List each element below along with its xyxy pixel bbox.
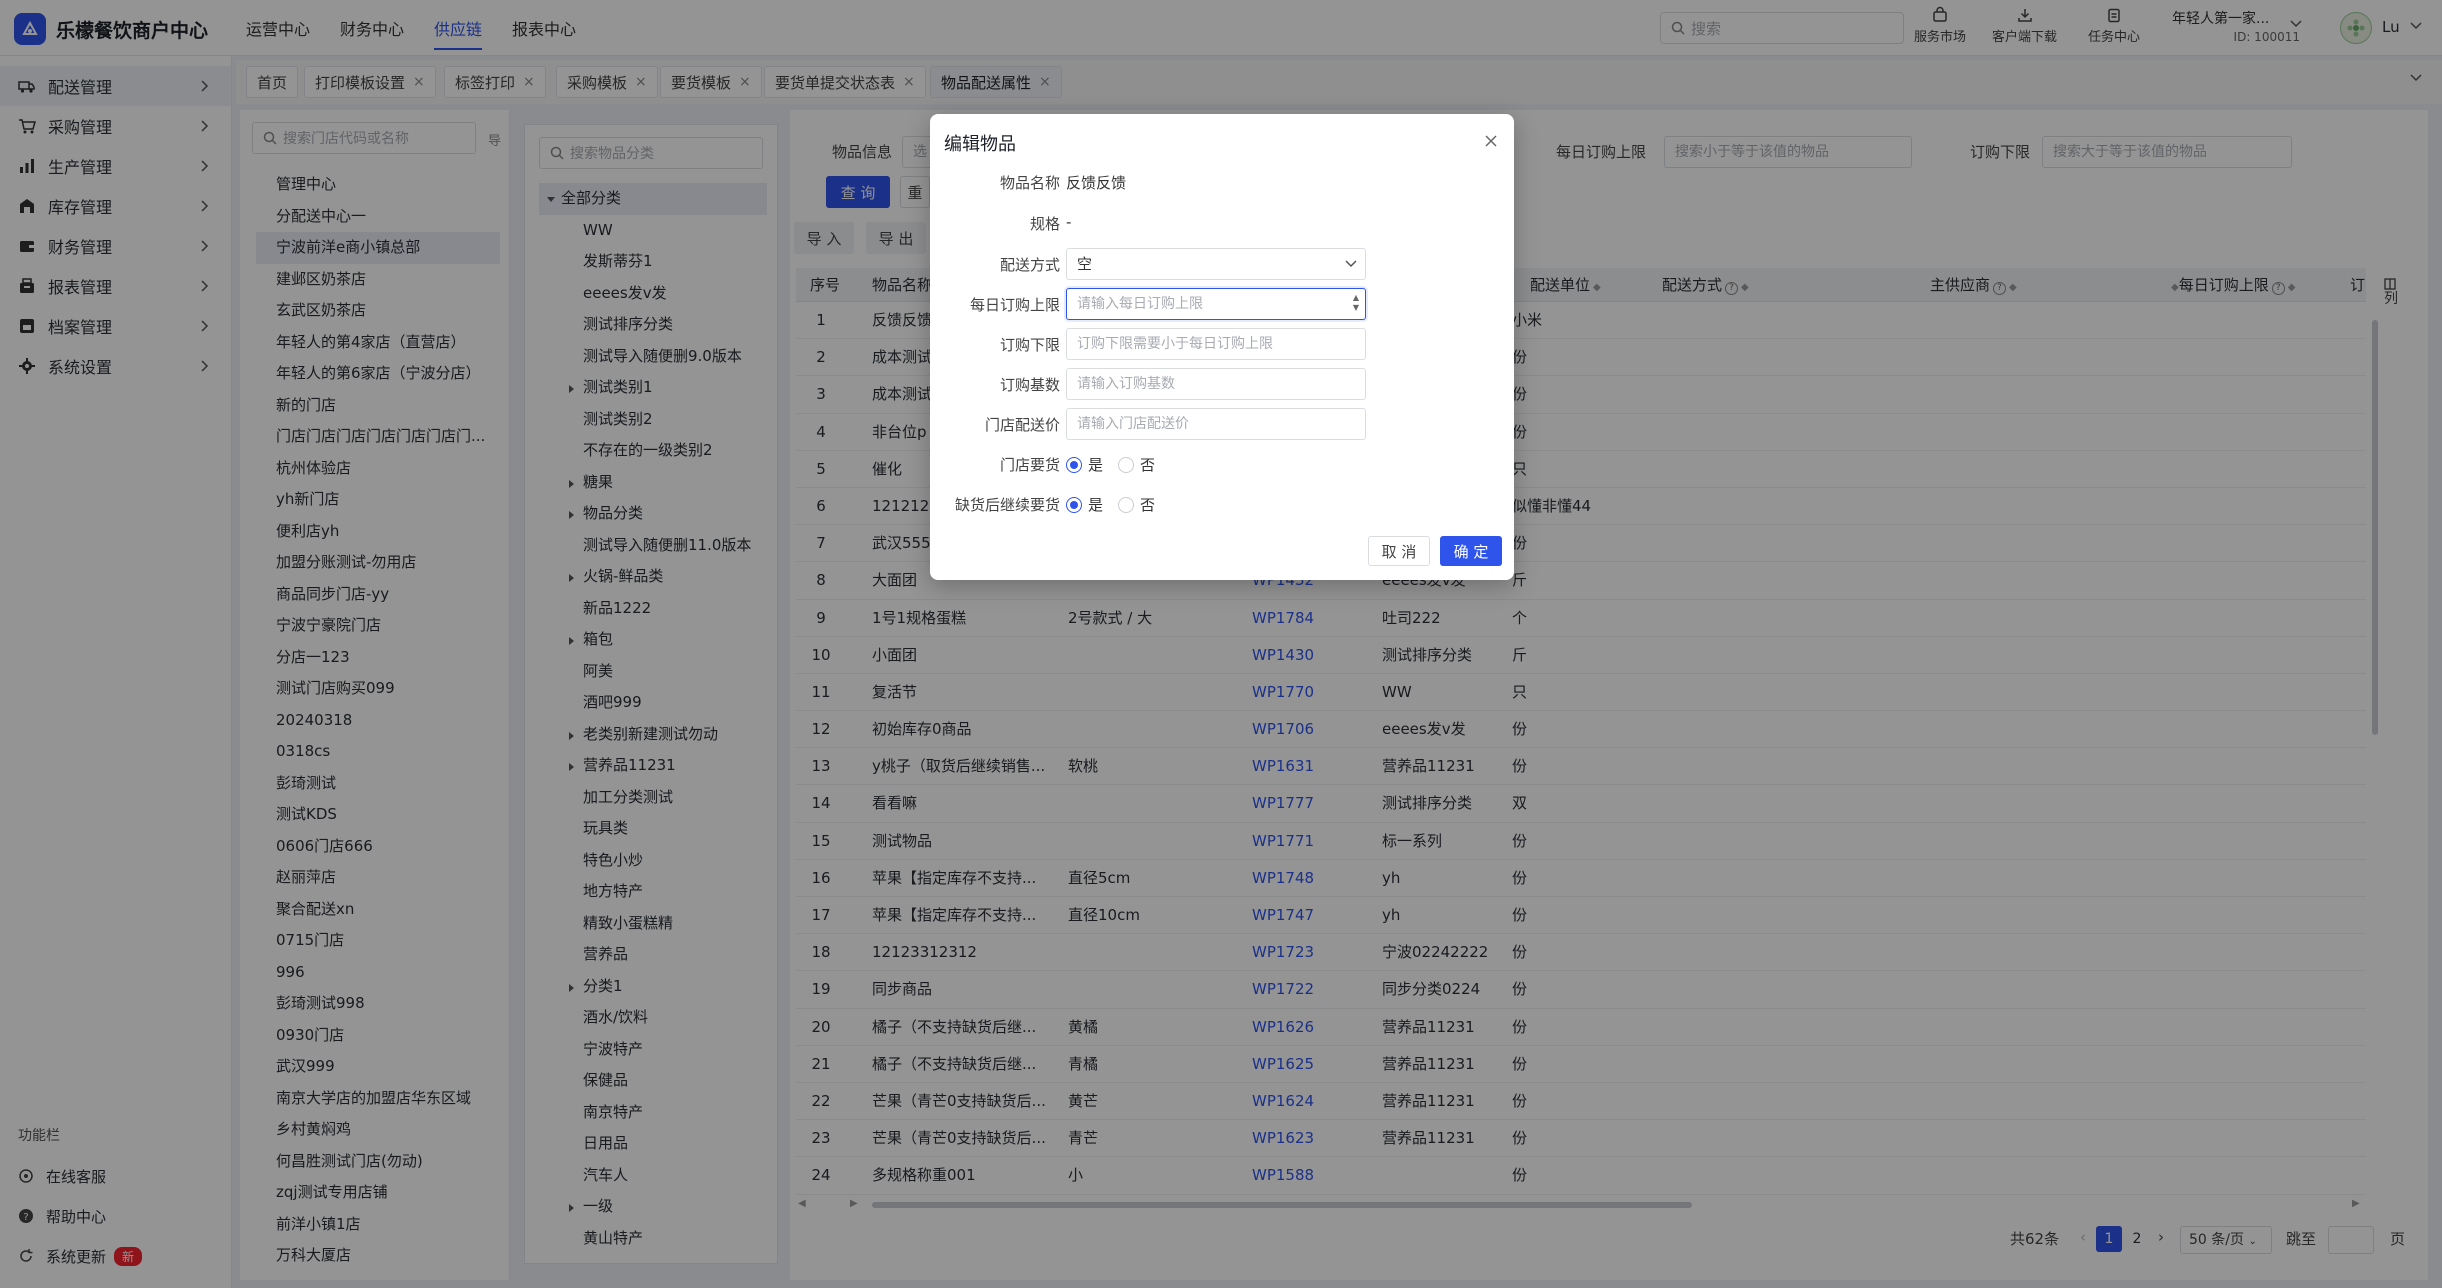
method-select[interactable]: 空 [1066,248,1366,280]
radio-dot [1118,456,1134,473]
base-input[interactable]: 请输入订购基数 [1066,368,1366,400]
request-label: 门店要货 [999,456,1060,474]
radio-dot [1118,496,1134,513]
method-label: 配送方式 [999,256,1060,274]
name-value: 反馈反馈 [1066,174,1127,192]
radio-dot [1066,496,1082,513]
radio-dot [1066,456,1082,473]
daily-max-input[interactable]: 请输入每日订购上限 ▲ ▼ [1066,288,1366,320]
chevron-down-icon [1345,260,1357,268]
name-label: 物品名称 [999,174,1060,192]
price-label: 门店配送价 [984,416,1060,434]
request-yes-radio[interactable]: 是 [1066,454,1103,475]
edit-item-modal: 编辑物品 物品名称 反馈反馈 规格 - 配送方式 空 每日订购上限 请输入每日订… [930,114,1514,580]
base-label: 订购基数 [999,376,1060,394]
modal-title: 编辑物品 [944,134,1016,155]
radio-label: 否 [1140,496,1156,514]
spec-value: - [1066,213,1072,231]
continue-no-radio[interactable]: 否 [1118,494,1155,515]
radio-label: 是 [1088,456,1104,474]
method-value: 空 [1077,255,1093,273]
continue-label: 缺货后继续要货 [954,496,1060,514]
request-no-radio[interactable]: 否 [1118,454,1155,475]
close-icon[interactable] [1484,134,1498,148]
min-input[interactable]: 订购下限需要小于每日订购上限 [1066,328,1366,360]
min-label: 订购下限 [999,336,1060,354]
confirm-button[interactable]: 确 定 [1440,536,1502,566]
cancel-button[interactable]: 取 消 [1368,536,1430,566]
radio-label: 是 [1088,496,1104,514]
spec-label: 规格 [1029,215,1060,233]
daily-max-placeholder: 请输入每日订购上限 [1077,296,1203,312]
price-input[interactable]: 请输入门店配送价 [1066,408,1366,440]
number-stepper-icon[interactable]: ▲ ▼ [1353,293,1359,313]
daily-max-label: 每日订购上限 [969,296,1060,314]
continue-yes-radio[interactable]: 是 [1066,494,1103,515]
radio-label: 否 [1140,456,1156,474]
